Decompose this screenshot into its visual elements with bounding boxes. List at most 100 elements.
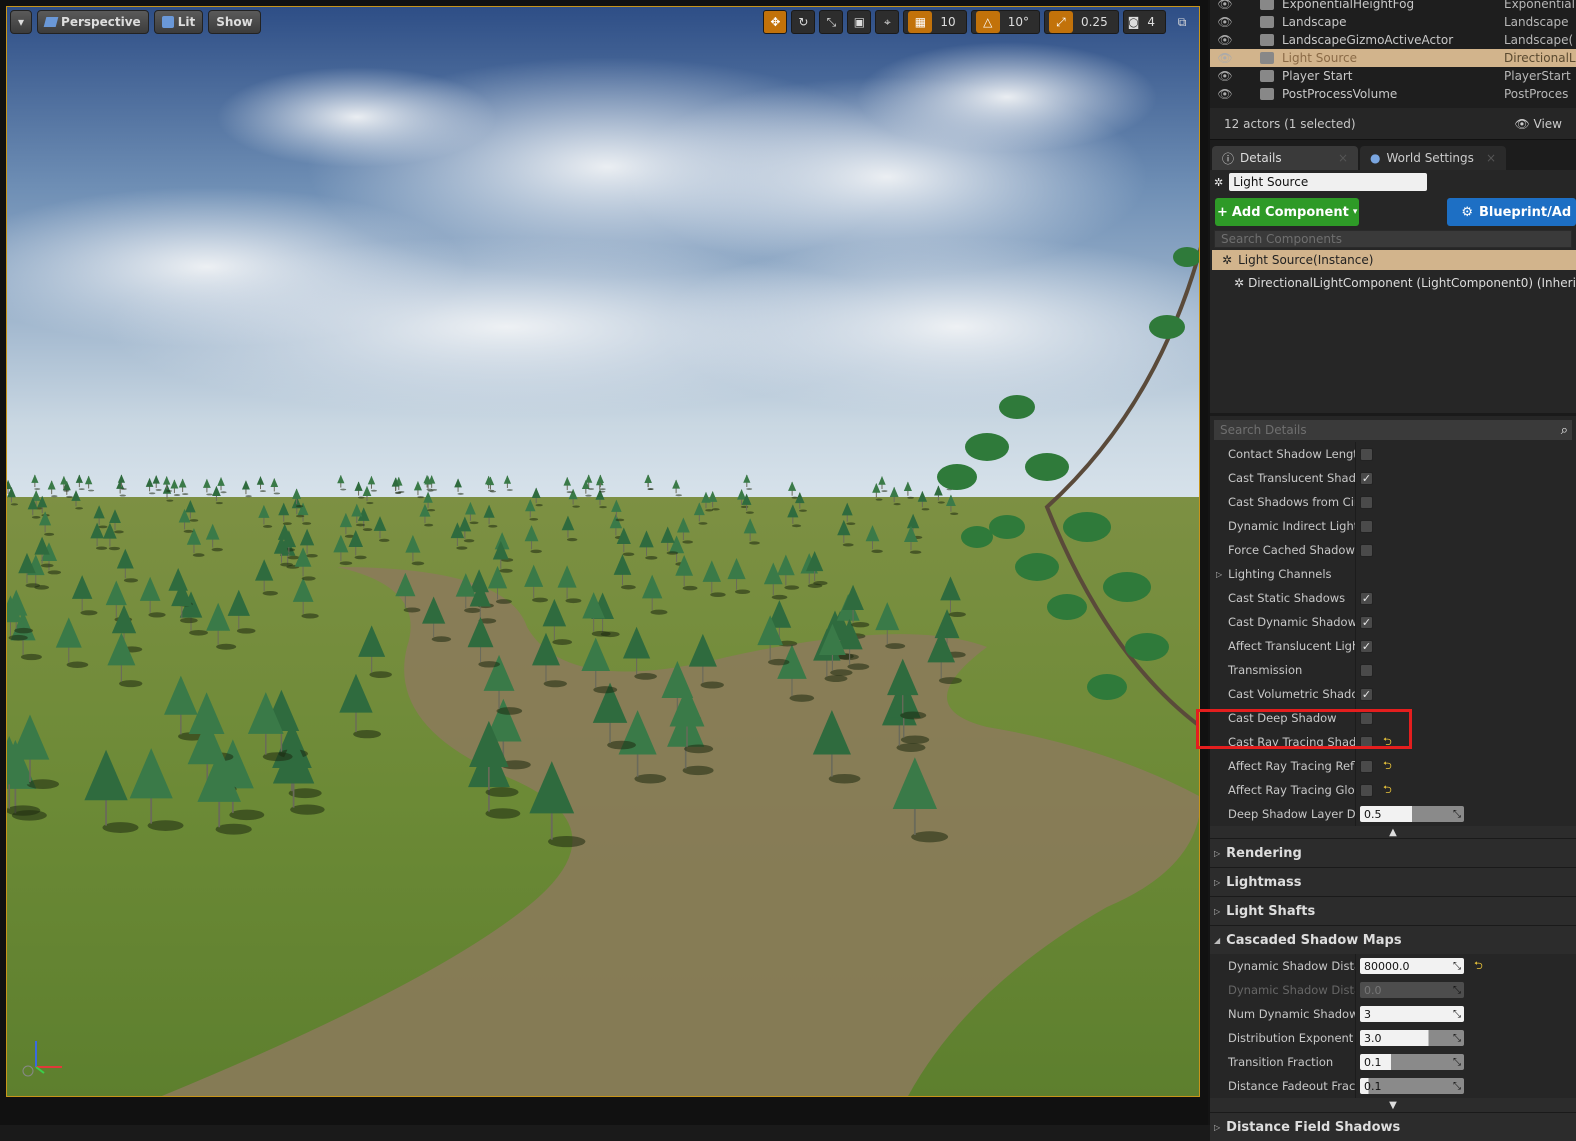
property-checkbox[interactable]: ✓ — [1360, 615, 1373, 629]
property-label: Distribution Exponent — [1210, 1026, 1356, 1050]
blueprint-add-script-button[interactable]: ⚙ Blueprint/Ad — [1447, 198, 1576, 226]
visibility-eye-icon[interactable]: 👁 — [1210, 69, 1240, 83]
section-cascaded-shadow-maps[interactable]: ◢ Cascaded Shadow Maps — [1210, 925, 1576, 954]
tree-shadow — [799, 509, 807, 512]
collapsed-triangle-icon[interactable]: ▷ — [1216, 570, 1222, 579]
visibility-eye-icon[interactable]: 👁 — [1210, 15, 1240, 29]
expanded-triangle-icon: ◢ — [1214, 935, 1221, 945]
numeric-field[interactable]: 0.1 ⤡ — [1360, 1078, 1464, 1094]
component-child-item[interactable]: ✲ DirectionalLightComponent (LightCompone… — [1210, 270, 1576, 296]
numeric-field[interactable]: 3 ⤡ — [1360, 1006, 1464, 1022]
perspective-button[interactable]: Perspective — [37, 10, 149, 34]
numeric-field[interactable]: 80000.0 ⤡ — [1360, 958, 1464, 974]
add-component-button[interactable]: + Add Component ▾ — [1215, 198, 1360, 226]
property-checkbox[interactable] — [1360, 447, 1373, 461]
maximize-viewport-button[interactable]: ⧉ — [1170, 10, 1194, 34]
viewport-options-button[interactable]: ▾ — [10, 10, 33, 34]
camera-speed-group[interactable]: ◙ 4 — [1122, 10, 1166, 34]
outliner-row[interactable]: 👁 PostProcessVolume PostProces — [1210, 85, 1576, 103]
tree-shadow — [615, 518, 625, 522]
tree-shadow — [155, 489, 162, 491]
outliner-row[interactable]: 👁 Landscape Landscape — [1210, 13, 1576, 31]
level-viewport[interactable]: ▾ Perspective Lit Show ✥ ↻ ⤡ ▣ ⌖ ▦ 10 △ 10… — [0, 0, 1208, 1125]
viewport-scene[interactable] — [6, 6, 1200, 1097]
property-checkbox[interactable] — [1360, 663, 1373, 677]
tree-shadow — [464, 607, 481, 613]
outliner-row[interactable]: 👁 ExponentialHeightFog Exponential — [1210, 0, 1576, 13]
property-row: Transmission — [1210, 658, 1576, 682]
expand-advanced-button[interactable]: ▼ — [1210, 1098, 1576, 1112]
reset-to-default-icon[interactable]: ⮌ — [1383, 757, 1392, 776]
numeric-field[interactable]: 3.0 ⤡ — [1360, 1030, 1464, 1046]
visibility-eye-icon[interactable]: 👁 — [1210, 0, 1240, 11]
eye-icon: 👁 — [1514, 116, 1530, 131]
tree-shadow — [417, 496, 424, 499]
chevron-up-icon: ▲ — [1389, 826, 1397, 838]
search-details-input[interactable]: Search Details ⌕ — [1214, 420, 1572, 440]
section-header[interactable]: ▷ Lightmass — [1210, 867, 1576, 896]
search-components-input[interactable]: Search Components — [1214, 230, 1572, 248]
tree-shadow — [771, 594, 788, 600]
tree-shadow — [31, 516, 41, 519]
property-checkbox[interactable] — [1360, 543, 1373, 557]
view-mode-lit-button[interactable]: Lit — [153, 10, 204, 34]
tree-shadow — [530, 549, 542, 554]
actor-name-input[interactable]: Light Source — [1229, 173, 1428, 191]
rotate-tool-button[interactable]: ↻ — [791, 10, 816, 34]
tab-world-settings[interactable]: ● World Settings × — [1360, 146, 1506, 170]
property-checkbox[interactable]: ✓ — [1360, 639, 1373, 653]
tree-shadow — [789, 694, 815, 702]
world-local-button[interactable]: ▣ — [847, 10, 872, 34]
numeric-field[interactable]: 0.1 ⤡ — [1360, 1054, 1464, 1070]
collapse-advanced-button[interactable]: ▲ — [1210, 826, 1576, 838]
property-checkbox[interactable]: ✓ — [1360, 591, 1373, 605]
tree-shadow — [280, 562, 293, 567]
outliner-row[interactable]: 👁 Player Start PlayerStart — [1210, 67, 1576, 85]
property-checkbox[interactable]: ✓ — [1360, 471, 1373, 485]
tree-shadow — [282, 522, 292, 526]
property-checkbox[interactable] — [1360, 759, 1373, 773]
numeric-field[interactable]: 0.5 ⤡ — [1360, 806, 1464, 822]
scale-snap-group[interactable]: ⤢ 0.25 — [1043, 10, 1119, 34]
scale-tool-button[interactable]: ⤡ — [819, 10, 844, 34]
grid-snap-group[interactable]: ▦ 10 — [903, 10, 967, 34]
property-checkbox[interactable] — [1360, 519, 1373, 533]
tab-details[interactable]: ⓘ Details × — [1212, 146, 1358, 170]
tree-shadow — [189, 629, 208, 636]
section-header[interactable]: ▷ Light Shafts — [1210, 896, 1576, 925]
view-options-button[interactable]: 👁 View — [1514, 117, 1562, 131]
component-root-item[interactable]: ✲ Light Source(Instance) — [1212, 250, 1576, 270]
tree-shadow — [354, 555, 367, 560]
reset-to-default-icon[interactable]: ⮌ — [1474, 957, 1483, 976]
tree-shadow — [119, 494, 127, 497]
close-icon[interactable]: × — [1338, 151, 1348, 165]
tree-shadow — [871, 549, 883, 554]
outliner-row[interactable]: 👁 Light Source DirectionalL — [1210, 49, 1576, 67]
tree-shadow — [7, 805, 41, 816]
light-component-icon: ✲ — [1234, 276, 1245, 290]
tree-shadow — [830, 669, 853, 676]
visibility-eye-icon[interactable]: 👁 — [1210, 51, 1240, 65]
tree-shadow — [216, 643, 237, 650]
section-header[interactable]: ▷ Rendering — [1210, 838, 1576, 867]
translate-tool-button[interactable]: ✥ — [763, 10, 788, 34]
property-checkbox[interactable] — [1360, 495, 1373, 509]
reset-to-default-icon[interactable]: ⮌ — [1383, 781, 1392, 800]
close-icon[interactable]: × — [1486, 151, 1496, 165]
rotation-snap-group[interactable]: △ 10° — [970, 10, 1040, 34]
tree-shadow — [211, 547, 223, 552]
visibility-eye-icon[interactable]: 👁 — [1210, 87, 1240, 101]
property-checkbox[interactable] — [1360, 783, 1373, 797]
tree-shadow — [896, 743, 926, 752]
surface-snap-button[interactable]: ⌖ — [875, 10, 900, 34]
outliner-row[interactable]: 👁 LandscapeGizmoActiveActor Landscape( — [1210, 31, 1576, 49]
property-label: ▷ Lighting Channels — [1210, 562, 1356, 586]
tree-shadow — [192, 553, 205, 557]
tree-shadow — [47, 570, 62, 575]
section-distance-field-shadows[interactable]: ▷ Distance Field Shadows — [1210, 1112, 1576, 1141]
show-button[interactable]: Show — [208, 10, 261, 34]
visibility-eye-icon[interactable]: 👁 — [1210, 33, 1240, 47]
details-tab-bar: ⓘ Details × ● World Settings × — [1210, 140, 1576, 170]
property-checkbox[interactable]: ✓ — [1360, 687, 1373, 701]
tree-shadow — [236, 628, 256, 634]
